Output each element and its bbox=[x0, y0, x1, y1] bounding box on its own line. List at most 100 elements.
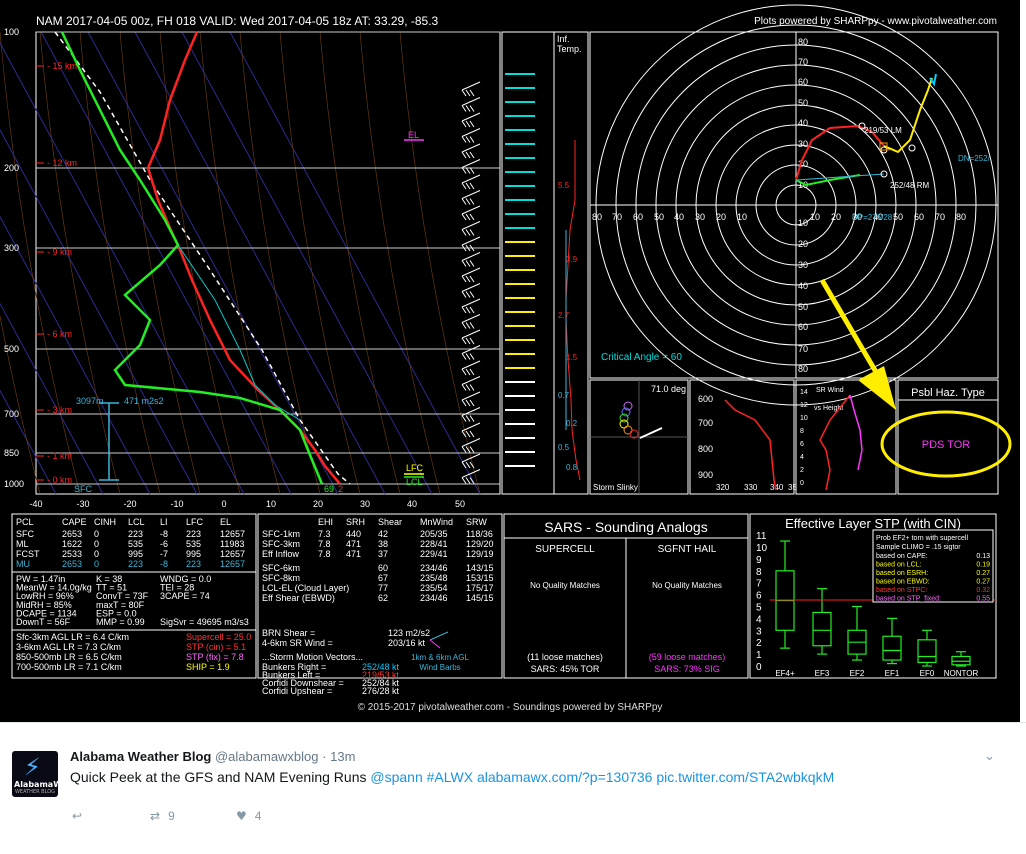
hazard-value: PDS TOR bbox=[922, 439, 971, 451]
parcel-table: PCL CAPE CINH LCL LI LFC EL SFC 2653 0 223 -8 223 126… bbox=[11, 513, 257, 573]
lapse-rate: 3-6km AGL LR = 7.3 C/km bbox=[16, 642, 121, 652]
prob-label: based on ESRH: bbox=[876, 570, 928, 577]
hodo-y-label: 60 bbox=[798, 77, 808, 87]
parcel-cell: 12657 bbox=[220, 549, 245, 559]
hodo-y-label: 50 bbox=[798, 302, 808, 312]
parcel-cell: 0 bbox=[94, 549, 99, 559]
wind-barbs bbox=[461, 81, 481, 484]
temp-tick: -10 bbox=[170, 499, 183, 509]
index-cell: 3CAPE = 74 bbox=[160, 591, 210, 601]
wind-barb bbox=[461, 205, 481, 221]
km-label: - 3 km bbox=[47, 405, 72, 415]
parcel-cell: 2533 bbox=[62, 549, 82, 559]
kin-cell: 143/15 bbox=[466, 563, 494, 573]
kin-cell: 440 bbox=[346, 529, 361, 539]
lapse-rate: 700-500mb LR = 7.1 C/km bbox=[16, 662, 122, 672]
sounding-canvas: NAM 2017-04-05 00z, FH 018 VALID: Wed 20… bbox=[0, 4, 1012, 713]
parcel-cell: -8 bbox=[160, 529, 168, 539]
barbs-label: 1km & 6km AGL bbox=[411, 653, 469, 662]
parcel-cell: 223 bbox=[128, 529, 143, 539]
temp-label: Temp. bbox=[557, 44, 582, 54]
stp-y-tick: 1 bbox=[756, 650, 762, 661]
km-label: - 15 km bbox=[47, 61, 77, 71]
temp-tick: 0 bbox=[221, 499, 226, 509]
mention-link[interactable]: @spann bbox=[370, 769, 422, 785]
wind-barb bbox=[461, 298, 481, 314]
like-button[interactable]: ♥ 4 bbox=[236, 809, 261, 823]
stp-y-tick: 11 bbox=[756, 531, 767, 542]
sars-panel: SARS - Sounding Analogs SUPERCELL SGFNT … bbox=[503, 513, 749, 679]
stp-y-tick: 2 bbox=[756, 638, 762, 649]
avatar[interactable]: ⚡ AlabamaWx WEATHER BLOG bbox=[12, 751, 58, 797]
theta-p-tick: 700 bbox=[698, 418, 713, 428]
hodo-x-label: 60 bbox=[914, 212, 924, 222]
skewt-panel: 100 200 300 500 700 850 1000 -40 -30 -20 -10 0 10 20… bbox=[0, 27, 501, 509]
parcel-cell: 535 bbox=[128, 539, 143, 549]
prob-value: 0.55 bbox=[976, 596, 990, 603]
isotherm bbox=[0, 389, 57, 495]
lapse-rate: 850-500mb LR = 6.5 C/km bbox=[16, 652, 122, 662]
km-label: - 1 km bbox=[47, 451, 72, 461]
wind-barb bbox=[461, 97, 481, 112]
tweet-text: Quick Peek at the GFS and NAM Evening Ru… bbox=[70, 769, 834, 785]
temp-tick: 20 bbox=[313, 499, 323, 509]
parcel-cell: MU bbox=[16, 559, 30, 569]
stp-category: EF1 bbox=[885, 669, 900, 678]
parcel-cell: 1622 bbox=[62, 539, 82, 549]
temperature-trace bbox=[146, 31, 341, 485]
wind-barb bbox=[461, 128, 481, 143]
retweet-count: 9 bbox=[168, 809, 175, 823]
sars-title: SARS - Sounding Analogs bbox=[544, 519, 707, 535]
kin-cell: 129/19 bbox=[466, 549, 494, 559]
url-link[interactable]: alabamawx.com/?p=130736 bbox=[477, 769, 653, 785]
km-label: - 6 km bbox=[47, 329, 72, 339]
parcel-cell: 0 bbox=[94, 559, 99, 569]
inflow-value: 0.2 bbox=[566, 419, 578, 428]
sars-hail-matches: No Quality Matches bbox=[652, 581, 722, 590]
kin-cell: 77 bbox=[378, 583, 388, 593]
tweet-header: Alabama Weather Blog @alabamawxblog · 13… bbox=[70, 749, 355, 764]
tweet-card[interactable]: ⚡ AlabamaWx WEATHER BLOG Alabama Weather… bbox=[0, 722, 1026, 854]
hodo-y-label: 60 bbox=[798, 322, 808, 332]
temp-tick: -30 bbox=[76, 499, 89, 509]
prob-label: based on STP_fixed: bbox=[876, 596, 941, 603]
wind-barb bbox=[461, 422, 481, 438]
prob-value: 0.13 bbox=[976, 553, 990, 560]
pic-link[interactable]: pic.twitter.com/STA2wbkqkM bbox=[656, 769, 834, 785]
srw46-value: 203/16 kt bbox=[388, 638, 426, 648]
temp-tick: 40 bbox=[407, 499, 417, 509]
retweet-button[interactable]: ⇄ 9 bbox=[150, 809, 175, 823]
srwind-h-tick: 14 bbox=[800, 389, 808, 396]
temp-tick: -40 bbox=[29, 499, 42, 509]
slinky-label: Storm Slinky bbox=[593, 483, 638, 492]
stp-y-tick: 3 bbox=[756, 626, 762, 637]
hodo-y-label: 70 bbox=[798, 344, 808, 354]
parcel-cell: -8 bbox=[160, 559, 168, 569]
tweet-text-plain: Quick Peek at the GFS and NAM Evening Ru… bbox=[70, 769, 371, 785]
prob-label: based on EBWD: bbox=[876, 579, 930, 586]
chevron-down-icon[interactable]: ⌄ bbox=[984, 749, 998, 764]
stp-box bbox=[812, 588, 832, 655]
timestamp[interactable]: 13m bbox=[330, 749, 355, 764]
prob-sub: Sample CLIMO = .15 sigtor bbox=[876, 544, 961, 551]
kin-cell: Eff Shear (EBWD) bbox=[262, 593, 335, 603]
kin-cell: 37 bbox=[378, 549, 388, 559]
reply-button[interactable]: ↩ bbox=[72, 809, 82, 823]
parcel-header: CAPE bbox=[62, 517, 87, 527]
sounding-image: NAM 2017-04-05 00z, FH 018 VALID: Wed 20… bbox=[0, 0, 1020, 722]
inflow-value: 2.7 bbox=[558, 311, 570, 320]
author-handle[interactable]: @alabamawxblog bbox=[215, 749, 319, 764]
author-name[interactable]: Alabama Weather Blog bbox=[70, 749, 211, 764]
dry-adiabat bbox=[359, 31, 441, 495]
sfc-dewpoint: 69 bbox=[324, 484, 334, 494]
inflow-value: 1.5 bbox=[566, 353, 578, 362]
parcel-cell: 223 bbox=[128, 559, 143, 569]
kin-header: MnWind bbox=[420, 517, 453, 527]
hashtag-link[interactable]: #ALWX bbox=[427, 769, 473, 785]
stp-box bbox=[882, 617, 902, 665]
kin-cell: 228/41 bbox=[420, 539, 448, 549]
parcel-cell: FCST bbox=[16, 549, 40, 559]
stp-y-tick: 7 bbox=[756, 579, 762, 590]
parcel-cell: 0 bbox=[94, 539, 99, 549]
kin-cell: SFC-6km bbox=[262, 563, 300, 573]
